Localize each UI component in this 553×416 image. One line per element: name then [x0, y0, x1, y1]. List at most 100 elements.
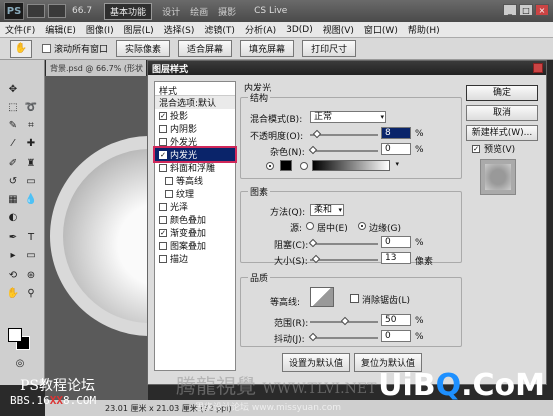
glow-color-swatch[interactable] — [280, 160, 292, 171]
history-brush-tool-icon[interactable]: ↺ — [5, 174, 21, 188]
style-checkbox[interactable] — [159, 241, 167, 250]
menu-view[interactable]: 视图(V) — [318, 23, 359, 36]
dialog-close-icon[interactable] — [533, 63, 543, 73]
solid-color-radio[interactable] — [266, 162, 274, 170]
style-item-satin[interactable]: 光泽 — [155, 200, 235, 213]
zoom-tool-icon[interactable]: ⚲ — [23, 286, 39, 300]
jitter-slider[interactable] — [308, 332, 378, 342]
style-checkbox[interactable] — [159, 124, 167, 133]
blending-options-item[interactable]: 混合选项:默认 — [155, 96, 235, 109]
styles-header[interactable]: 样式 — [155, 82, 235, 97]
menu-filter[interactable]: 滤镜(T) — [199, 23, 240, 36]
style-item-contour[interactable]: 等高线 — [155, 174, 235, 187]
quick-select-tool-icon[interactable]: ✎ — [5, 118, 21, 132]
choke-input[interactable]: 0 — [381, 236, 411, 248]
style-item-gradient-overlay[interactable]: 渐变叠加 — [155, 226, 235, 239]
eraser-tool-icon[interactable]: ▭ — [23, 174, 39, 188]
style-checkbox[interactable] — [159, 202, 167, 211]
blend-mode-select[interactable]: 正常 — [310, 111, 386, 123]
style-checkbox[interactable] — [159, 254, 167, 263]
scroll-all-checkbox[interactable] — [42, 44, 51, 53]
method-select[interactable]: 柔和 — [310, 204, 344, 216]
zoom-level[interactable]: 66.7 — [72, 6, 92, 16]
3d-orbit-tool-icon[interactable]: ⊛ — [23, 268, 39, 282]
move-tool-icon[interactable]: ✥ — [5, 82, 21, 96]
eyedropper-tool-icon[interactable]: ⁄ — [5, 136, 21, 150]
workspace-photography[interactable]: 摄影 — [218, 5, 236, 18]
style-checkbox[interactable] — [159, 215, 167, 224]
hand-tool-icon[interactable]: ✋ — [10, 39, 32, 58]
maximize-icon[interactable]: □ — [519, 4, 533, 16]
source-edge-radio[interactable] — [358, 222, 366, 230]
style-item-outer-glow[interactable]: 外发光 — [155, 135, 235, 148]
fit-screen-button[interactable]: 适合屏幕 — [178, 40, 233, 57]
hand-tool-icon-box[interactable]: ✋ — [5, 286, 21, 300]
style-checkbox[interactable] — [165, 189, 173, 198]
noise-slider[interactable] — [308, 145, 378, 155]
range-input[interactable]: 50 — [381, 314, 411, 326]
lasso-tool-icon[interactable]: ➰ — [23, 100, 39, 114]
cancel-button[interactable]: 取消 — [466, 105, 538, 121]
choke-slider[interactable] — [308, 238, 378, 248]
document-tab[interactable]: 背景.psd @ 66.7% (形状 — [46, 60, 146, 76]
marquee-tool-icon[interactable]: ⬚ — [5, 100, 21, 114]
gradient-radio[interactable] — [300, 162, 308, 170]
style-checkbox[interactable] — [159, 150, 167, 159]
brush-tool-icon[interactable]: ✐ — [5, 156, 21, 170]
workspace-design[interactable]: 设计 — [162, 5, 180, 18]
workspace-painting[interactable]: 绘画 — [190, 5, 208, 18]
style-checkbox[interactable] — [159, 137, 167, 146]
menu-select[interactable]: 选择(S) — [159, 23, 200, 36]
3d-rotate-tool-icon[interactable]: ⟲ — [5, 268, 21, 282]
dodge-tool-icon[interactable]: ◐ — [5, 210, 21, 224]
preview-checkbox-row[interactable]: 预览(V) — [472, 142, 515, 155]
healing-tool-icon[interactable]: ✚ — [23, 136, 39, 150]
fill-screen-button[interactable]: 填充屏幕 — [240, 40, 295, 57]
menu-analysis[interactable]: 分析(A) — [240, 23, 281, 36]
style-item-inner-shadow[interactable]: 内阴影 — [155, 122, 235, 135]
range-slider[interactable] — [310, 316, 378, 326]
type-tool-icon[interactable]: T — [23, 230, 39, 244]
menu-layer[interactable]: 图层(L) — [119, 23, 159, 36]
minimize-icon[interactable]: _ — [503, 4, 517, 16]
style-item-drop-shadow[interactable]: 投影 — [155, 109, 235, 122]
size-slider[interactable] — [310, 254, 378, 264]
style-checkbox[interactable] — [159, 111, 167, 120]
style-checkbox[interactable] — [159, 163, 167, 172]
noise-input[interactable]: 0 — [381, 143, 411, 155]
shape-tool-icon[interactable]: ▭ — [23, 248, 39, 262]
crop-tool-icon[interactable]: ⌗ — [23, 118, 39, 132]
antialias-checkbox[interactable] — [350, 294, 359, 303]
style-checkbox[interactable] — [159, 228, 167, 237]
path-select-tool-icon[interactable]: ▸ — [5, 248, 21, 262]
opacity-slider[interactable] — [310, 129, 378, 139]
opacity-input[interactable]: 8 — [381, 127, 411, 139]
style-item-stroke[interactable]: 描边 — [155, 252, 235, 265]
pen-tool-icon[interactable]: ✒ — [5, 230, 21, 244]
actual-pixels-button[interactable]: 实际像素 — [116, 40, 171, 57]
size-input[interactable]: 13 — [381, 252, 411, 264]
menu-image[interactable]: 图像(I) — [81, 23, 119, 36]
menu-3d[interactable]: 3D(D) — [281, 25, 318, 35]
foreground-color-swatch[interactable] — [8, 328, 22, 342]
style-checkbox[interactable] — [165, 176, 173, 185]
gradient-picker[interactable] — [312, 160, 399, 171]
menu-window[interactable]: 窗口(W) — [359, 23, 403, 36]
style-item-color-overlay[interactable]: 颜色叠加 — [155, 213, 235, 226]
cs-live-button[interactable]: CS Live — [254, 6, 287, 16]
style-item-inner-glow[interactable]: 内发光 — [153, 146, 237, 163]
ok-button[interactable]: 确定 — [466, 85, 538, 101]
preview-checkbox[interactable] — [472, 144, 480, 153]
contour-picker[interactable] — [310, 287, 334, 307]
gradient-tool-icon[interactable]: ▦ — [5, 192, 21, 206]
print-size-button[interactable]: 打印尺寸 — [302, 40, 357, 57]
style-item-bevel-emboss[interactable]: 斜面和浮雕 — [155, 161, 235, 174]
stamp-tool-icon[interactable]: ♜ — [23, 156, 39, 170]
quick-mask-icon[interactable]: ◎ — [12, 356, 28, 370]
menu-help[interactable]: 帮助(H) — [403, 23, 445, 36]
menu-file[interactable]: 文件(F) — [0, 23, 40, 36]
jitter-input[interactable]: 0 — [381, 330, 411, 342]
menu-edit[interactable]: 编辑(E) — [40, 23, 81, 36]
style-item-texture[interactable]: 纹理 — [155, 187, 235, 200]
style-item-pattern-overlay[interactable]: 图案叠加 — [155, 239, 235, 252]
